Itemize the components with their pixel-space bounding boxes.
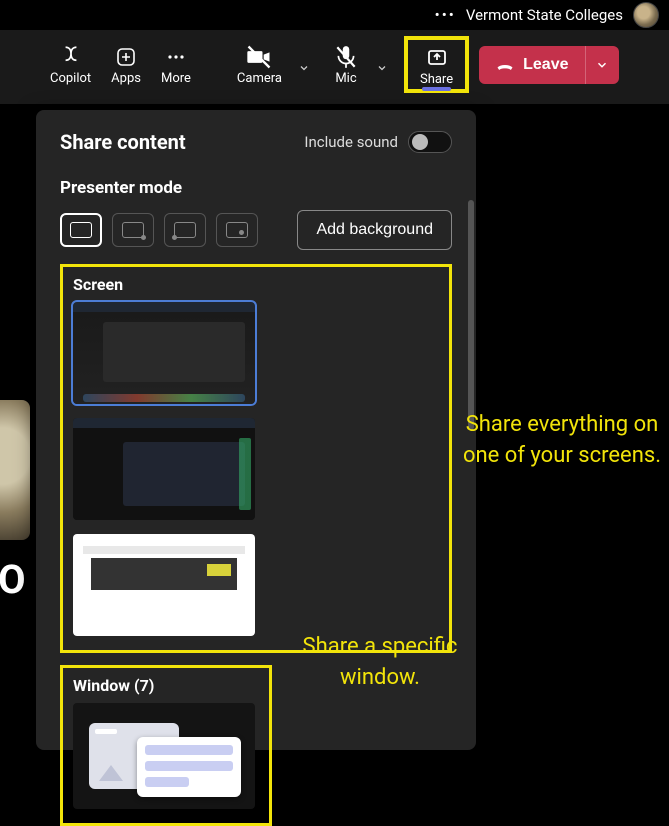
panel-scrollbar[interactable] bbox=[468, 200, 474, 430]
leave-label: Leave bbox=[523, 56, 568, 74]
leave-button[interactable]: Leave bbox=[479, 46, 584, 84]
presenter-mode-side-by-side[interactable] bbox=[164, 213, 206, 247]
mic-button[interactable]: Mic bbox=[322, 39, 370, 90]
apps-label: Apps bbox=[111, 71, 141, 86]
share-content-panel: Share content Include sound Presenter mo… bbox=[36, 110, 476, 750]
mode-icon-sidebyside bbox=[174, 222, 196, 238]
screen-thumbnail-2[interactable] bbox=[73, 418, 255, 520]
mode-icon-content bbox=[70, 222, 92, 238]
share-content-title: Share content bbox=[60, 130, 186, 154]
more-icon bbox=[162, 43, 190, 71]
toggle-knob bbox=[412, 134, 428, 150]
mode-icon-reporter bbox=[226, 222, 248, 238]
hangup-icon bbox=[495, 55, 515, 75]
mode-icon-standout bbox=[122, 222, 144, 238]
screen-section-title: Screen bbox=[73, 275, 439, 294]
more-label: More bbox=[161, 71, 191, 86]
copilot-button[interactable]: Copilot bbox=[40, 39, 101, 90]
include-sound-toggle[interactable] bbox=[408, 131, 452, 153]
annotation-screens: Share everything on one of your screens. bbox=[462, 410, 662, 472]
mic-off-icon bbox=[332, 43, 360, 71]
window-card-front bbox=[137, 737, 241, 797]
mic-chevron[interactable] bbox=[370, 56, 394, 74]
window-section-highlight: Window (7) bbox=[60, 665, 272, 826]
presenter-mode-standout[interactable] bbox=[112, 213, 154, 247]
apps-button[interactable]: Apps bbox=[101, 39, 151, 90]
apps-icon bbox=[112, 43, 140, 71]
camera-chevron[interactable] bbox=[292, 56, 316, 74]
share-button-highlight: Share bbox=[404, 36, 469, 93]
leave-chevron[interactable] bbox=[585, 46, 619, 84]
window-section-title: Window (7) bbox=[73, 676, 259, 695]
edge-letter: O bbox=[0, 556, 26, 603]
screen-thumbnail-1[interactable] bbox=[73, 302, 255, 404]
window-thumbnail[interactable] bbox=[73, 703, 255, 809]
more-options-ellipsis[interactable]: ••• bbox=[435, 6, 456, 24]
camera-label: Camera bbox=[237, 71, 282, 86]
call-toolbar: s Copilot Apps More Camera bbox=[0, 30, 669, 104]
user-avatar[interactable] bbox=[633, 2, 659, 28]
copilot-label: Copilot bbox=[50, 71, 91, 86]
rooms-icon bbox=[2, 43, 30, 71]
mic-label: Mic bbox=[335, 71, 356, 86]
screen-section-highlight: Screen bbox=[60, 264, 452, 653]
share-label: Share bbox=[420, 72, 453, 87]
camera-button[interactable]: Camera bbox=[227, 39, 292, 90]
add-background-button[interactable]: Add background bbox=[297, 210, 452, 250]
more-button[interactable]: More bbox=[151, 39, 201, 90]
org-name: Vermont State Colleges bbox=[466, 6, 623, 24]
screen-thumbnail-3[interactable] bbox=[73, 534, 255, 636]
presenter-mode-label: Presenter mode bbox=[60, 178, 452, 198]
share-active-indicator bbox=[422, 87, 451, 91]
share-button[interactable]: Share bbox=[414, 42, 459, 89]
copilot-icon bbox=[57, 43, 85, 71]
participant-thumbnail-clipped bbox=[0, 400, 30, 540]
rooms-button[interactable]: s bbox=[2, 39, 40, 90]
presenter-mode-reporter[interactable] bbox=[216, 213, 258, 247]
camera-off-icon bbox=[245, 43, 273, 71]
presenter-mode-content-only[interactable] bbox=[60, 213, 102, 247]
include-sound-label: Include sound bbox=[304, 133, 398, 151]
share-icon bbox=[423, 44, 451, 72]
